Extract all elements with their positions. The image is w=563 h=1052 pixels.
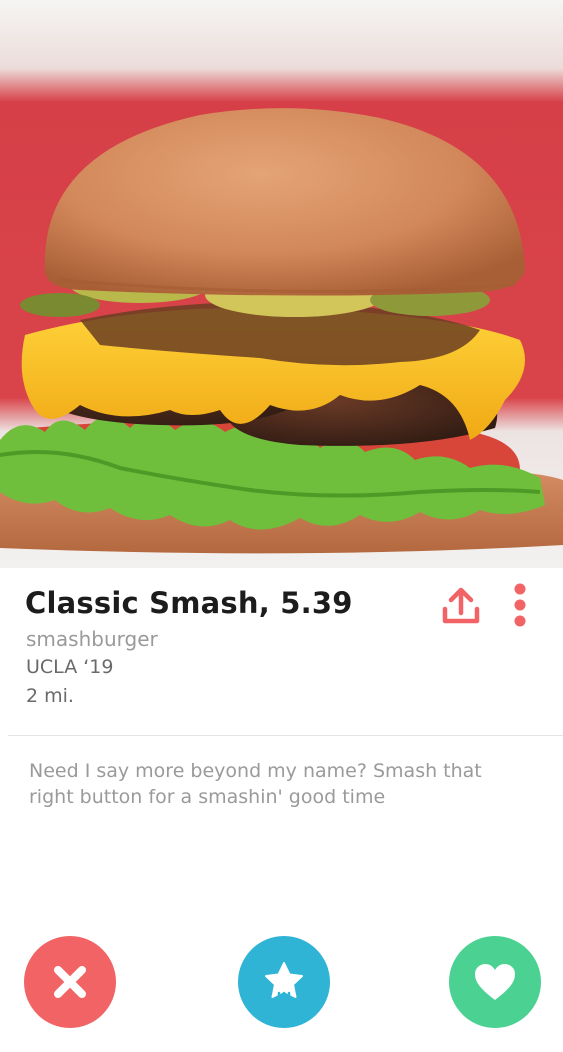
share-upload-icon (442, 587, 480, 624)
heart-icon (475, 964, 515, 1000)
more-vertical-dots-icon (514, 583, 526, 627)
profile-school: UCLA ‘19 (26, 656, 114, 678)
close-x-icon (54, 966, 86, 998)
profile-distance: 2 mi. (26, 685, 74, 707)
nope-button[interactable] (24, 936, 116, 1028)
share-button[interactable] (437, 582, 485, 630)
like-button[interactable] (449, 936, 541, 1028)
profile-subtitle: smashburger (26, 627, 158, 651)
section-divider (8, 735, 563, 736)
more-options-button[interactable] (502, 580, 538, 630)
profile-photo[interactable] (0, 0, 563, 568)
star-icon (265, 962, 303, 1004)
profile-bio: Need I say more beyond my name? Smash th… (29, 760, 482, 808)
super-like-button[interactable] (238, 936, 330, 1028)
profile-name-age: Classic Smash, 5.39 (25, 586, 353, 620)
